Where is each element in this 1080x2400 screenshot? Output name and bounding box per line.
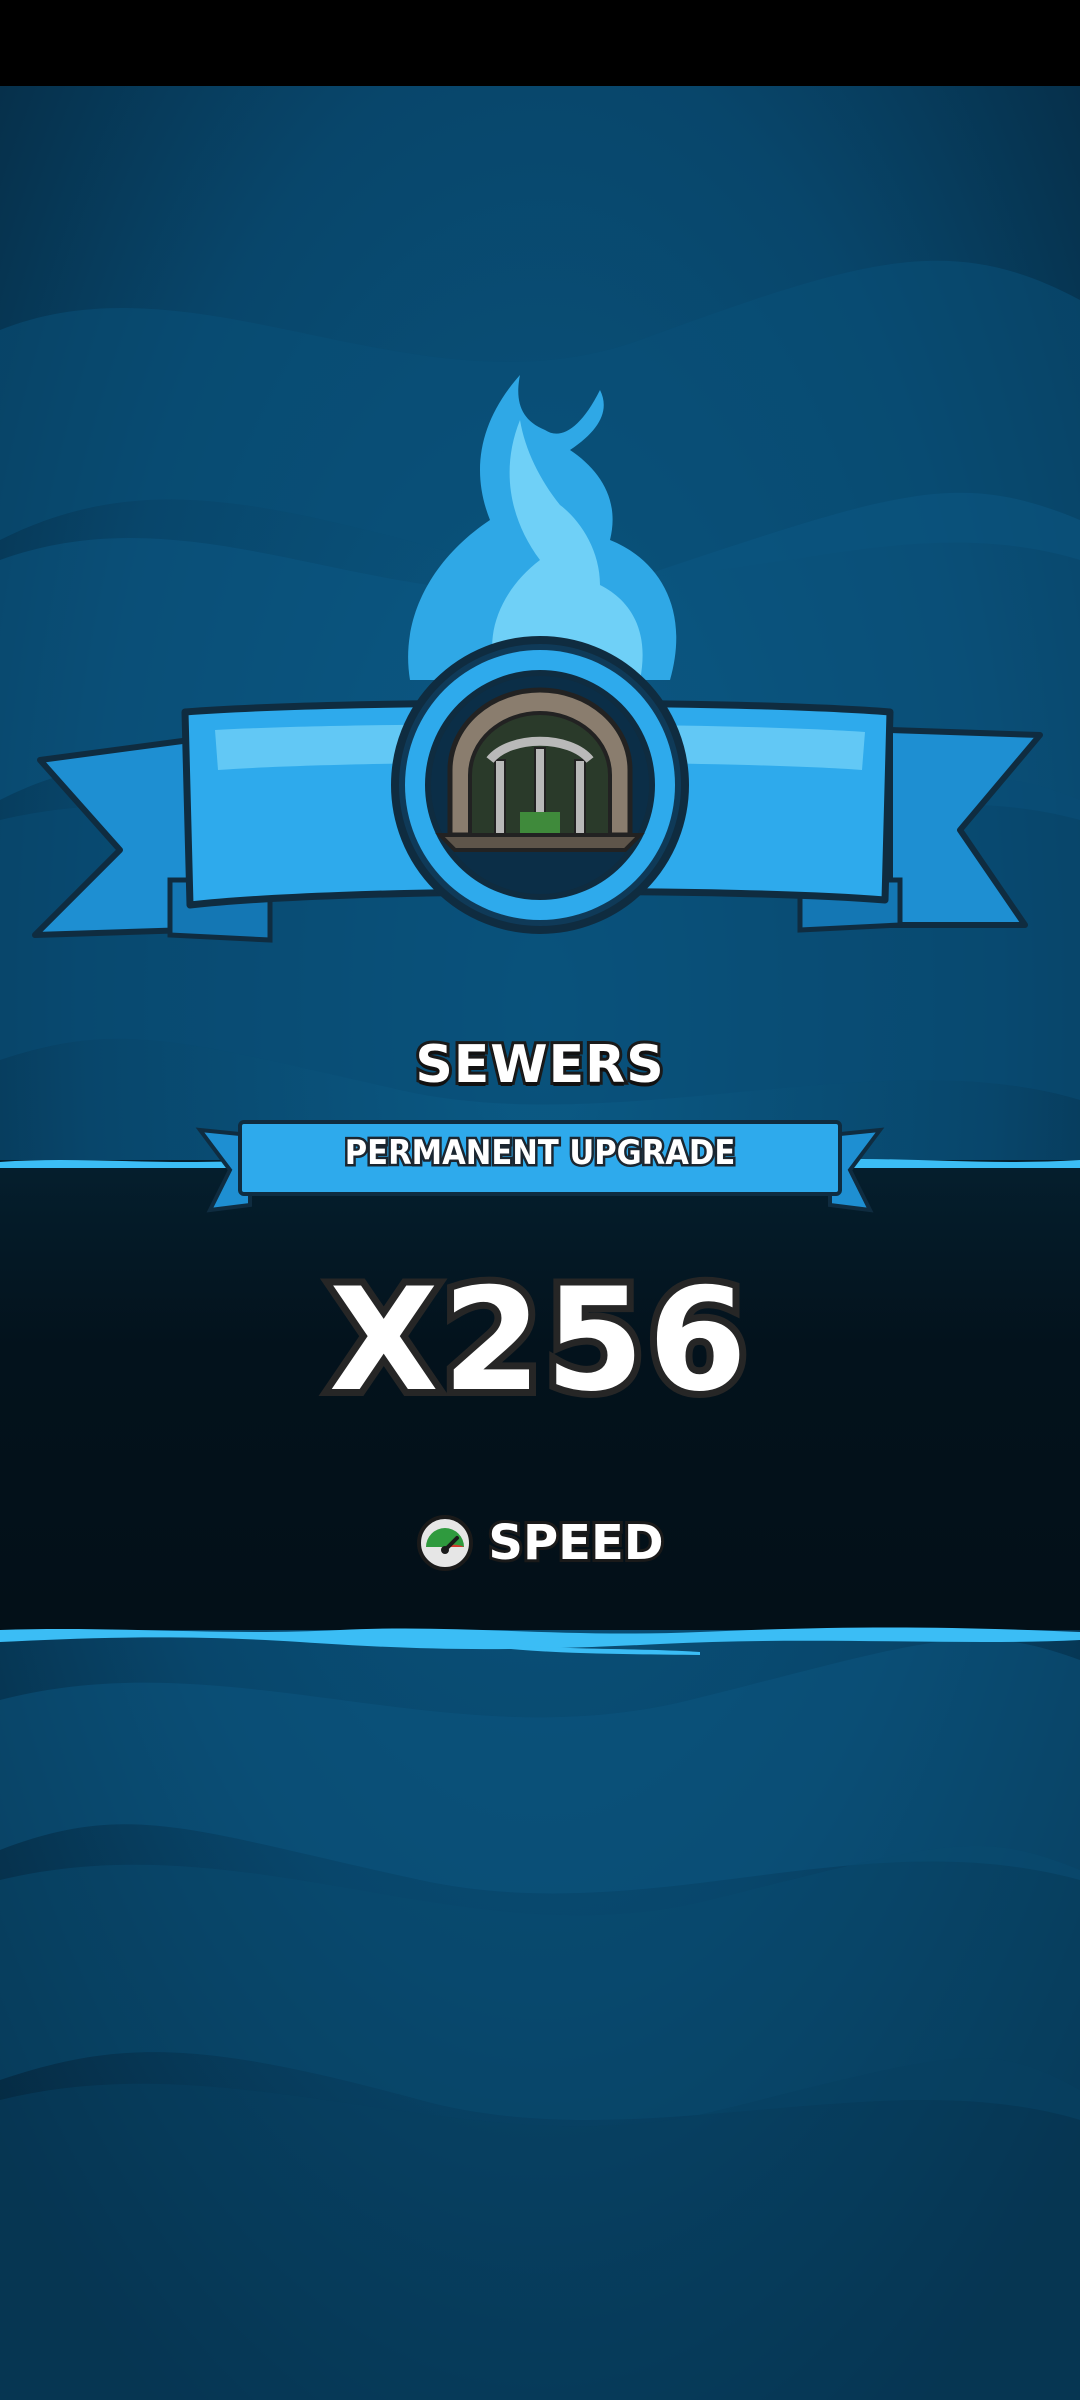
- location-title: SEWERS: [412, 1032, 666, 1098]
- blue-flame-icon: [408, 375, 677, 680]
- stat-row: SPEED: [0, 1508, 1080, 1578]
- speedometer-icon: [417, 1515, 474, 1571]
- status-bar: [0, 0, 1080, 86]
- reward-screen[interactable]: SEWERS PERMANENT UPGRADE X256 SPEED: [0, 0, 1080, 2400]
- panel-bottom-edge: [0, 1627, 1080, 1655]
- reward-banner: [32, 375, 1043, 943]
- stat-label: SPEED: [485, 1512, 666, 1574]
- multiplier-value: X256: [322, 1258, 754, 1423]
- upgrade-type-label: PERMANENT UPGRADE: [342, 1131, 738, 1176]
